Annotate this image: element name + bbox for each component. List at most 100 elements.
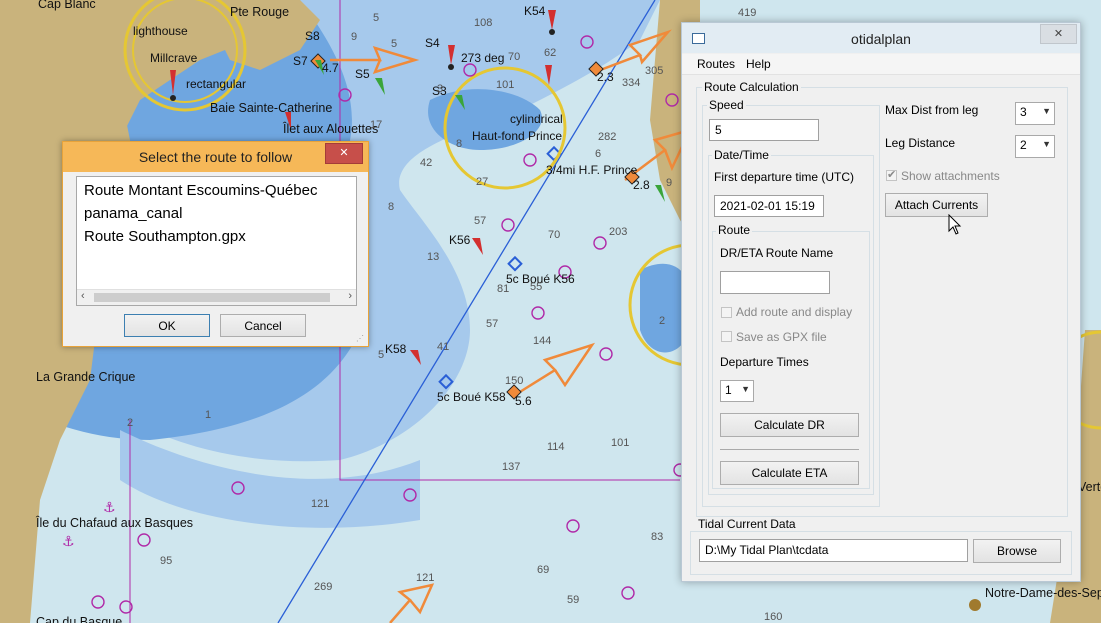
feature-label: lighthouse bbox=[133, 24, 188, 38]
depth-sounding: 9 bbox=[666, 177, 672, 189]
route-waypoint-label: 5c Boué K58 bbox=[437, 390, 506, 404]
current-speed-label: 5.6 bbox=[515, 394, 532, 408]
depth-sounding: 59 bbox=[567, 594, 579, 606]
depth-sounding: 114 bbox=[547, 441, 565, 453]
departure-times-label: Departure Times bbox=[720, 355, 809, 369]
svg-text:⚓: ⚓ bbox=[103, 500, 116, 516]
cancel-button[interactable]: Cancel bbox=[220, 314, 306, 337]
departure-times-select[interactable]: 1 ▼ bbox=[720, 380, 754, 402]
add-route-checkbox[interactable] bbox=[721, 307, 732, 318]
max-dist-label: Max Dist from leg bbox=[885, 103, 979, 117]
depth-sounding: 5 bbox=[378, 349, 384, 361]
chevron-down-icon: ▼ bbox=[1042, 106, 1051, 116]
beacon-label: K58 bbox=[385, 342, 407, 356]
route-list-item[interactable]: Route Southampton.gpx bbox=[84, 228, 246, 245]
chevron-down-icon: ▼ bbox=[1042, 139, 1051, 149]
max-dist-value: 3 bbox=[1020, 105, 1027, 119]
depth-sounding: 2 bbox=[659, 315, 665, 327]
chevron-down-icon: ▼ bbox=[741, 384, 750, 394]
depth-sounding: 269 bbox=[314, 581, 332, 593]
route-name-input[interactable] bbox=[720, 271, 830, 294]
route-select-dialog: Select the route to follow ✕ Route Monta… bbox=[62, 141, 369, 347]
current-speed-label: 2.8 bbox=[633, 178, 650, 192]
close-icon: ✕ bbox=[339, 147, 349, 159]
depth-sounding: 121 bbox=[311, 498, 329, 510]
depth-sounding: 1 bbox=[205, 409, 211, 421]
beacon-label: S5 bbox=[355, 67, 370, 81]
beacon-label: K54 bbox=[524, 4, 546, 18]
current-speed-label: 2.3 bbox=[597, 70, 614, 84]
depth-sounding: 5 bbox=[373, 12, 379, 24]
dialog-close-button[interactable]: ✕ bbox=[325, 143, 363, 164]
depth-sounding: 101 bbox=[611, 437, 629, 449]
place-name: Baie Sainte-Catherine bbox=[210, 101, 332, 115]
menu-bar: Routes Help bbox=[682, 54, 1080, 75]
depth-sounding: 121 bbox=[416, 572, 434, 584]
depth-sounding: 69 bbox=[537, 564, 549, 576]
beacon-label: S7 bbox=[293, 54, 308, 68]
calculate-eta-button[interactable]: Calculate ETA bbox=[720, 461, 859, 485]
tidal-current-label: Tidal Current Data bbox=[696, 517, 798, 531]
speed-label: Speed bbox=[707, 98, 746, 112]
dialog-title: Select the route to follow bbox=[138, 149, 293, 165]
depth-sounding: 70 bbox=[548, 229, 560, 241]
bearing-label: 273 deg bbox=[461, 51, 504, 65]
resize-grip-icon[interactable]: ⋰ bbox=[356, 334, 364, 343]
speed-input[interactable]: 5 bbox=[709, 119, 819, 141]
save-gpx-label: Save as GPX file bbox=[736, 330, 827, 344]
mouse-cursor-icon bbox=[948, 214, 962, 235]
route-list-item[interactable]: Route Montant Escoumins-Québec bbox=[84, 182, 317, 199]
calculate-dr-button[interactable]: Calculate DR bbox=[720, 413, 859, 437]
browse-button[interactable]: Browse bbox=[973, 539, 1061, 563]
place-name: Notre-Dame-des-Sep bbox=[985, 586, 1101, 600]
horizontal-scrollbar[interactable]: ‹ › bbox=[77, 289, 356, 305]
scroll-left-icon[interactable]: ‹ bbox=[81, 290, 85, 302]
depth-sounding: 3 bbox=[437, 83, 443, 95]
window-close-button[interactable]: ✕ bbox=[1040, 24, 1077, 44]
place-name: Cap du Basque bbox=[36, 615, 122, 623]
beacon-label: Haut-fond Prince bbox=[472, 129, 562, 143]
first-departure-input[interactable]: 2021-02-01 15:19 bbox=[714, 195, 824, 217]
leg-distance-select[interactable]: 2 ▼ bbox=[1015, 135, 1055, 158]
scrollbar-thumb[interactable] bbox=[94, 293, 330, 302]
save-gpx-checkbox[interactable] bbox=[721, 331, 732, 342]
ok-button[interactable]: OK bbox=[124, 314, 210, 337]
show-attachments-checkbox[interactable] bbox=[886, 168, 897, 181]
feature-label: rectangular bbox=[186, 77, 246, 91]
place-name: Pte Rouge bbox=[230, 5, 289, 19]
menu-help[interactable]: Help bbox=[746, 57, 771, 71]
depth-sounding: 9 bbox=[351, 31, 357, 43]
beacon-label: S8 bbox=[305, 29, 320, 43]
route-group-label: Route bbox=[716, 223, 753, 237]
route-name-label: DR/ETA Route Name bbox=[720, 246, 834, 260]
feature-label: Millcrave bbox=[150, 51, 198, 65]
depth-sounding: 42 bbox=[420, 157, 432, 169]
depth-sounding: 57 bbox=[486, 318, 498, 330]
route-calculation-label: Route Calculation bbox=[702, 80, 801, 94]
first-departure-label: First departure time (UTC) bbox=[714, 170, 855, 184]
route-list[interactable]: Route Montant Escoumins-Québec panama_ca… bbox=[76, 176, 357, 306]
attach-currents-button[interactable]: Attach Currents bbox=[885, 193, 988, 217]
svg-text:⚓: ⚓ bbox=[62, 534, 75, 550]
place-name: La Grande Crique bbox=[36, 370, 135, 384]
depth-sounding: 282 bbox=[598, 131, 616, 143]
depth-sounding: 95 bbox=[160, 555, 172, 567]
depth-sounding: 57 bbox=[474, 215, 486, 227]
scroll-right-icon[interactable]: › bbox=[348, 290, 352, 302]
depth-sounding: 101 bbox=[496, 79, 514, 91]
depth-sounding: 305 bbox=[645, 65, 663, 77]
place-name: Île du Chafaud aux Basques bbox=[35, 515, 193, 530]
depth-sounding: 81 bbox=[497, 283, 509, 295]
place-name: Vertè bbox=[1078, 480, 1101, 494]
place-name: Cap Blanc bbox=[38, 0, 96, 11]
menu-routes[interactable]: Routes bbox=[697, 57, 735, 71]
window-title: otidalplan bbox=[851, 31, 911, 47]
depth-sounding: 150 bbox=[505, 375, 523, 387]
depth-sounding: 62 bbox=[544, 47, 556, 59]
route-list-item[interactable]: panama_canal bbox=[84, 205, 182, 222]
otidalplan-window: otidalplan ✕ Routes Help Route Calculati… bbox=[681, 22, 1081, 582]
route-waypoint-label: 3/4mi H.F. Prince bbox=[546, 163, 638, 177]
depth-sounding: 13 bbox=[427, 251, 439, 263]
max-dist-select[interactable]: 3 ▼ bbox=[1015, 102, 1055, 125]
tidal-path-input[interactable]: D:\My Tidal Plan\tcdata bbox=[699, 539, 968, 562]
